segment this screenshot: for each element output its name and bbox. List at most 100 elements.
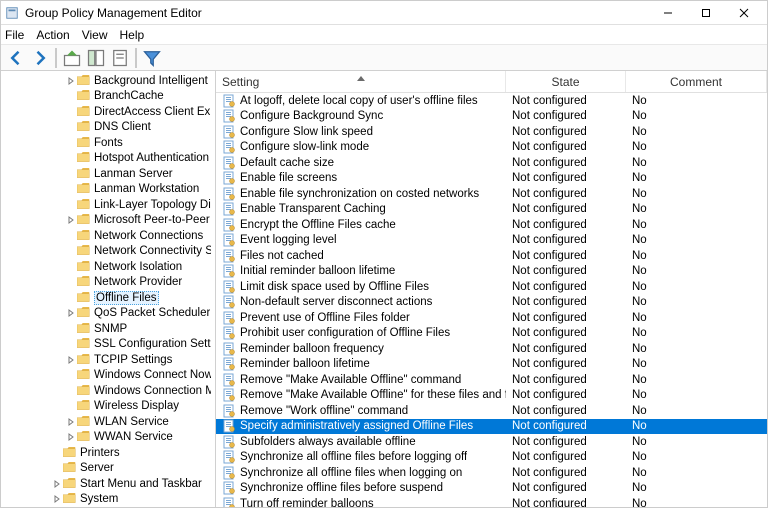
policy-row[interactable]: Synchronize all offline files when loggi… xyxy=(216,465,767,481)
tree-item[interactable]: WWAN Service xyxy=(1,430,215,446)
tree-item[interactable]: Wireless Display xyxy=(1,399,215,415)
tree-item[interactable]: TCPIP Settings xyxy=(1,352,215,368)
tree-item-label: Link-Layer Topology Discovery xyxy=(94,199,211,211)
tree-item[interactable]: Network Connectivity Status xyxy=(1,244,215,260)
policy-row[interactable]: Reminder balloon frequencyNot configured… xyxy=(216,341,767,357)
policy-state: Not configured xyxy=(506,141,626,153)
expand-icon[interactable] xyxy=(65,214,77,226)
tree-item[interactable]: Microsoft Peer-to-Peer Networking xyxy=(1,213,215,229)
policy-row[interactable]: Initial reminder balloon lifetimeNot con… xyxy=(216,264,767,280)
policy-row[interactable]: Remove "Work offline" commandNot configu… xyxy=(216,403,767,419)
policy-row[interactable]: Reminder balloon lifetimeNot configuredN… xyxy=(216,357,767,373)
policy-state: Not configured xyxy=(506,451,626,463)
twist-spacer xyxy=(51,462,63,474)
policy-row[interactable]: Encrypt the Offline Files cacheNot confi… xyxy=(216,217,767,233)
maximize-button[interactable] xyxy=(687,2,725,24)
tree-item[interactable]: Lanman Workstation xyxy=(1,182,215,198)
folder-icon xyxy=(77,307,91,319)
expand-icon[interactable] xyxy=(65,431,77,443)
tree-item[interactable]: Server xyxy=(1,461,215,477)
sort-ascending-icon xyxy=(357,71,365,84)
expand-icon[interactable] xyxy=(65,75,77,87)
policy-row[interactable]: Enable file synchronization on costed ne… xyxy=(216,186,767,202)
policy-comment: No xyxy=(626,482,767,494)
tree-item[interactable]: Background Intelligent Transfer xyxy=(1,73,215,89)
tree-item[interactable]: BranchCache xyxy=(1,89,215,105)
tree-item[interactable]: Link-Layer Topology Discovery xyxy=(1,197,215,213)
up-button[interactable] xyxy=(61,47,83,69)
policy-row[interactable]: Turn off reminder balloonsNot configured… xyxy=(216,496,767,507)
policy-row[interactable]: Configure Slow link speedNot configuredN… xyxy=(216,124,767,140)
minimize-button[interactable] xyxy=(649,2,687,24)
policy-row[interactable]: Subfolders always available offlineNot c… xyxy=(216,434,767,450)
expand-icon[interactable] xyxy=(51,493,63,505)
tree-item[interactable]: Fonts xyxy=(1,135,215,151)
tree-item[interactable]: Offline Files xyxy=(1,290,215,306)
tree-item[interactable]: Lanman Server xyxy=(1,166,215,182)
policy-row[interactable]: Enable file screensNot configuredNo xyxy=(216,171,767,187)
policy-row[interactable]: Default cache sizeNot configuredNo xyxy=(216,155,767,171)
policy-comment: No xyxy=(626,141,767,153)
policy-row[interactable]: Event logging levelNot configuredNo xyxy=(216,233,767,249)
policy-row[interactable]: Configure slow-link modeNot configuredNo xyxy=(216,140,767,156)
policy-state: Not configured xyxy=(506,405,626,417)
folder-icon xyxy=(77,354,91,366)
tree-item[interactable]: SSL Configuration Settings xyxy=(1,337,215,353)
expand-icon[interactable] xyxy=(65,416,77,428)
column-comment[interactable]: Comment xyxy=(626,71,767,92)
policy-row[interactable]: Synchronize offline files before suspend… xyxy=(216,481,767,497)
tree-item[interactable]: Network Isolation xyxy=(1,259,215,275)
policy-row[interactable]: At logoff, delete local copy of user's o… xyxy=(216,93,767,109)
tree-item[interactable]: Windows Connection Manager xyxy=(1,383,215,399)
column-state[interactable]: State xyxy=(506,71,626,92)
filter-button[interactable] xyxy=(141,47,163,69)
tree-item[interactable]: System xyxy=(1,492,215,508)
policy-icon xyxy=(222,373,236,387)
policy-comment: No xyxy=(626,343,767,355)
policy-row[interactable]: Non-default server disconnect actionsNot… xyxy=(216,295,767,311)
policy-row[interactable]: Files not cachedNot configuredNo xyxy=(216,248,767,264)
tree-item[interactable]: Hotspot Authentication xyxy=(1,151,215,167)
close-button[interactable] xyxy=(725,2,763,24)
tree-item[interactable]: Printers xyxy=(1,445,215,461)
back-button[interactable] xyxy=(5,47,27,69)
nav-tree[interactable]: Background Intelligent TransferBranchCac… xyxy=(1,71,216,507)
policy-row[interactable]: Limit disk space used by Offline FilesNo… xyxy=(216,279,767,295)
tree-item[interactable]: DNS Client xyxy=(1,120,215,136)
tree-item-label: DNS Client xyxy=(94,121,151,133)
menu-view[interactable]: View xyxy=(82,28,108,42)
policy-icon xyxy=(222,466,236,480)
twist-spacer xyxy=(65,245,77,257)
column-setting[interactable]: Setting xyxy=(216,71,506,92)
menu-file[interactable]: File xyxy=(5,28,24,42)
menu-action[interactable]: Action xyxy=(36,28,69,42)
tree-item[interactable]: WLAN Service xyxy=(1,414,215,430)
folder-icon xyxy=(77,121,91,133)
policy-row[interactable]: Synchronize all offline files before log… xyxy=(216,450,767,466)
policy-name: Specify administratively assigned Offlin… xyxy=(240,420,473,432)
policy-row[interactable]: Remove "Make Available Offline" for thes… xyxy=(216,388,767,404)
tree-item[interactable]: QoS Packet Scheduler xyxy=(1,306,215,322)
expand-icon[interactable] xyxy=(51,478,63,490)
policy-row[interactable]: Configure Background SyncNot configuredN… xyxy=(216,109,767,125)
policy-row[interactable]: Specify administratively assigned Offlin… xyxy=(216,419,767,435)
policy-row[interactable]: Remove "Make Available Offline" commandN… xyxy=(216,372,767,388)
policy-row[interactable]: Enable Transparent CachingNot configured… xyxy=(216,202,767,218)
menu-help[interactable]: Help xyxy=(120,28,145,42)
forward-button[interactable] xyxy=(29,47,51,69)
tree-item[interactable]: SNMP xyxy=(1,321,215,337)
policy-state: Not configured xyxy=(506,126,626,138)
tree-item[interactable]: Network Provider xyxy=(1,275,215,291)
policy-row[interactable]: Prevent use of Offline Files folderNot c… xyxy=(216,310,767,326)
toolbar xyxy=(1,45,767,71)
tree-item-label: DirectAccess Client Experience xyxy=(94,106,211,118)
tree-item[interactable]: Windows Connect Now xyxy=(1,368,215,384)
properties-button[interactable] xyxy=(109,47,131,69)
expand-icon[interactable] xyxy=(65,307,77,319)
show-hide-tree-button[interactable] xyxy=(85,47,107,69)
expand-icon[interactable] xyxy=(65,354,77,366)
tree-item[interactable]: DirectAccess Client Experience xyxy=(1,104,215,120)
tree-item[interactable]: Network Connections xyxy=(1,228,215,244)
policy-row[interactable]: Prohibit user configuration of Offline F… xyxy=(216,326,767,342)
tree-item[interactable]: Start Menu and Taskbar xyxy=(1,476,215,492)
